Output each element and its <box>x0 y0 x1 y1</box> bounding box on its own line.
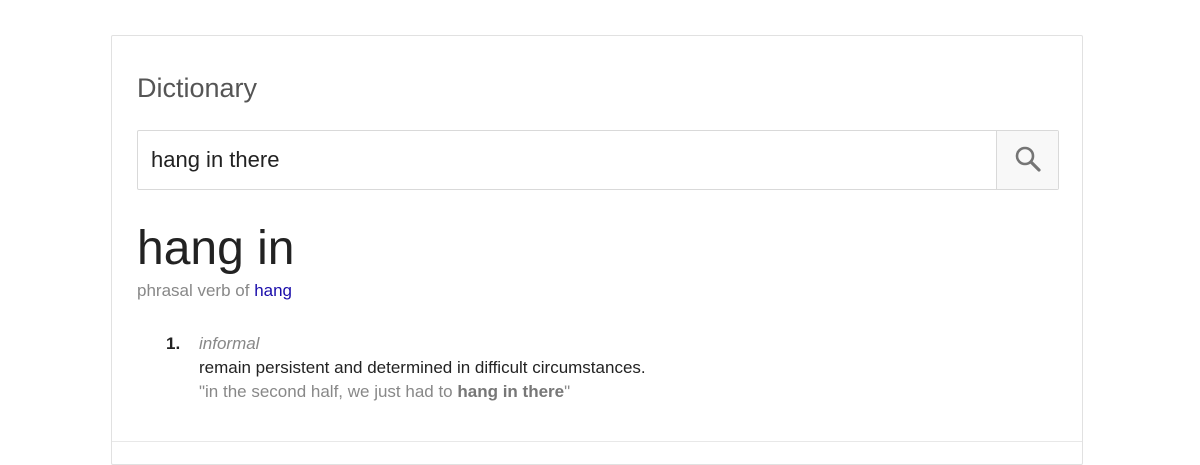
search-input[interactable] <box>138 131 996 189</box>
example-highlight: hang in there <box>457 382 565 401</box>
dictionary-card: Dictionary hang in phrasal verb of hang … <box>111 35 1083 465</box>
search-button[interactable] <box>996 131 1058 189</box>
part-of-speech: phrasal verb of hang <box>137 280 292 302</box>
search-box <box>137 130 1059 190</box>
sense-body: informal remain persistent and determine… <box>199 332 646 404</box>
usage-label: informal <box>199 334 260 353</box>
example-after: " <box>564 382 571 401</box>
card-divider <box>112 441 1082 442</box>
root-word-link[interactable]: hang <box>254 281 292 300</box>
search-icon <box>1014 145 1042 176</box>
example-before: "in the second half, we just had to <box>199 382 458 401</box>
part-of-speech-prefix: phrasal verb of <box>137 281 255 300</box>
example-sentence: "in the second half, we just had to hang… <box>199 380 646 404</box>
definition-text: remain persistent and determined in diff… <box>199 358 646 377</box>
headword: hang in <box>137 222 295 275</box>
card-title: Dictionary <box>137 73 258 103</box>
sense-number: 1. <box>166 334 181 353</box>
